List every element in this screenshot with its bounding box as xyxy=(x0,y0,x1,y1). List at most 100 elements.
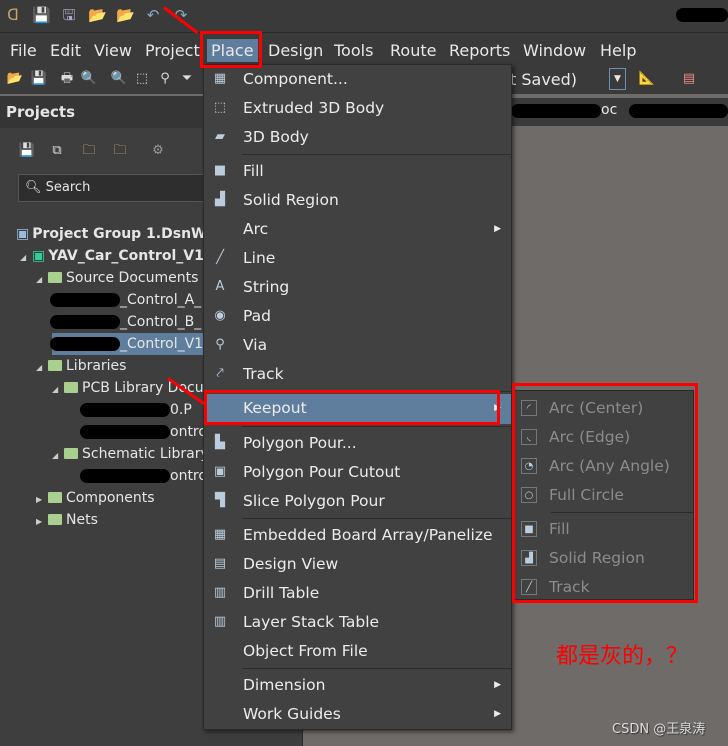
menu-tools[interactable]: Tools xyxy=(330,39,377,62)
menu-separator xyxy=(242,668,511,669)
menu-item-arc[interactable]: Arc ▶ xyxy=(204,215,511,244)
search-icon: 🔍︎ xyxy=(25,180,42,195)
project-group-icon: ▣ xyxy=(16,226,30,242)
menu-item-label: Object From File xyxy=(243,642,368,660)
redacted-text xyxy=(80,469,170,483)
3d-body-icon: ▰ xyxy=(215,129,225,144)
menu-view[interactable]: View xyxy=(90,39,136,62)
menu-route[interactable]: Route xyxy=(386,39,440,62)
menu-design[interactable]: Design xyxy=(264,39,327,62)
save-icon[interactable]: 💾 xyxy=(18,142,36,160)
solid-region-icon: ▟ xyxy=(215,192,225,207)
expand-icon[interactable]: ▶ xyxy=(36,511,48,533)
menu-item-label: Polygon Pour Cutout xyxy=(243,463,401,481)
menu-item-slice-polygon-pour[interactable]: ▜ Slice Polygon Pour xyxy=(204,487,511,516)
open-icon[interactable]: 📂 xyxy=(6,70,24,88)
folder-icon xyxy=(48,360,62,371)
redacted-text xyxy=(50,337,120,351)
menu-item-label: Component... xyxy=(243,70,348,88)
folder-icon xyxy=(48,492,62,503)
menu-item-polygon-pour[interactable]: ▙ Polygon Pour... xyxy=(204,429,511,458)
tab-fragment: oc xyxy=(601,102,618,118)
menu-item-label: Embedded Board Array/Panelize xyxy=(243,526,493,544)
menu-file[interactable]: File xyxy=(6,39,41,62)
tree-item-label: _Control_A_ xyxy=(120,292,202,308)
menu-edit[interactable]: Edit xyxy=(46,39,85,62)
menu-project[interactable]: Project xyxy=(141,39,204,62)
title-bar: ᗡ 💾 🖫 📂 📂 ↶ ↷ xyxy=(0,0,728,32)
menu-item-polygon-pour-cutout[interactable]: ▣ Polygon Pour Cutout xyxy=(204,458,511,487)
annotation-box-keepout xyxy=(204,390,500,425)
redacted-tab[interactable] xyxy=(629,104,728,118)
arc-icon xyxy=(212,221,228,237)
menu-separator xyxy=(242,154,511,155)
menu-item-string[interactable]: A String xyxy=(204,273,511,302)
zoom-selected-icon[interactable]: ⚲ xyxy=(156,70,174,88)
menu-item-extruded-3d-body[interactable]: ⬚ Extruded 3D Body xyxy=(204,94,511,123)
save-icon[interactable]: 💾 xyxy=(30,70,48,88)
redacted-tab[interactable] xyxy=(511,104,601,118)
menu-item-component[interactable]: ▦ Component... xyxy=(204,65,511,94)
altium-logo-icon[interactable]: ᗡ xyxy=(4,6,22,24)
filter-icon[interactable]: ⏷ xyxy=(178,70,196,88)
redacted-text xyxy=(80,425,170,439)
collapse-icon[interactable]: ◢ xyxy=(52,445,64,467)
menu-item-object-from-file[interactable]: Object From File xyxy=(204,637,511,666)
save-icon[interactable]: 💾 xyxy=(32,6,51,24)
ruler-pencil-icon[interactable]: 📐 xyxy=(638,70,656,88)
menu-item-track[interactable]: ⤤ Track xyxy=(204,360,511,389)
annotation-text: 都是灰的，？ xyxy=(556,644,689,669)
zoom-fit-icon[interactable]: 🔍 xyxy=(110,70,128,88)
menu-item-3d-body[interactable]: ▰ 3D Body xyxy=(204,123,511,152)
tree-item-label: _Control_V1 xyxy=(120,336,204,352)
menu-item-label: Via xyxy=(243,336,268,354)
menu-help[interactable]: Help xyxy=(596,39,640,62)
print-preview-icon[interactable]: 🔍 xyxy=(80,70,98,88)
menu-item-line[interactable]: ╱ Line xyxy=(204,244,511,273)
submenu-arrow-icon: ▶ xyxy=(494,680,501,690)
menu-item-via[interactable]: ⚲ Via xyxy=(204,331,511,360)
tree-item-label: Components xyxy=(66,490,155,506)
menu-item-label: Line xyxy=(243,249,276,267)
menu-window[interactable]: Window xyxy=(519,39,590,62)
menu-item-embedded-board-array-panelize[interactable]: ▦ Embedded Board Array/Panelize xyxy=(204,521,511,550)
menu-item-drill-table[interactable]: ▥ Drill Table xyxy=(204,579,511,608)
save-all-icon[interactable]: 🖫 xyxy=(60,6,78,24)
menu-item-pad[interactable]: ◉ Pad xyxy=(204,302,511,331)
dropdown-button[interactable]: ▼ xyxy=(609,68,626,90)
folder-settings-icon[interactable]: 🗀 xyxy=(111,142,129,160)
print-icon[interactable]: 🖶 xyxy=(58,70,76,88)
menu-reports[interactable]: Reports xyxy=(445,39,514,62)
menu-item-work-guides[interactable]: Work Guides ▶ xyxy=(204,700,511,729)
gear-icon[interactable]: ⚙ xyxy=(149,142,167,160)
watermark: CSDN @王泉涛 xyxy=(612,722,706,737)
expand-icon[interactable]: ▶ xyxy=(36,489,48,511)
tree-item-label: Source Documents xyxy=(66,270,199,286)
menu-item-label: Layer Stack Table xyxy=(243,613,380,631)
menu-item-layer-stack-table[interactable]: ▥ Layer Stack Table xyxy=(204,608,511,637)
collapse-icon[interactable]: ◢ xyxy=(20,247,32,269)
menu-item-dimension[interactable]: Dimension ▶ xyxy=(204,671,511,700)
folder-icon xyxy=(48,272,62,283)
menu-item-fill[interactable]: ■ Fill xyxy=(204,157,511,186)
collapse-icon[interactable]: ◢ xyxy=(36,269,48,291)
annotation-box-submenu xyxy=(512,383,698,603)
open-project-icon[interactable]: 📂 xyxy=(116,6,135,24)
menu-item-design-view[interactable]: ▤ Design View xyxy=(204,550,511,579)
folder-icon xyxy=(64,448,78,459)
documents-icon[interactable]: ⧉ xyxy=(48,142,66,160)
undo-icon[interactable]: ↶ xyxy=(144,6,162,24)
collapse-icon[interactable]: ◢ xyxy=(36,357,48,379)
zoom-area-icon[interactable]: ⬚ xyxy=(133,70,151,88)
align-icon[interactable]: ▤ xyxy=(680,70,698,88)
submenu-arrow-icon: ▶ xyxy=(494,709,501,719)
menu-item-solid-region[interactable]: ▟ Solid Region xyxy=(204,186,511,215)
open-icon[interactable]: 📂 xyxy=(88,6,107,24)
menu-item-label: Arc xyxy=(243,220,269,238)
menu-item-label: Slice Polygon Pour xyxy=(243,492,385,510)
search-placeholder: Search xyxy=(45,180,91,195)
collapse-icon[interactable]: ◢ xyxy=(52,379,64,401)
folder-search-icon[interactable]: 🗀 xyxy=(80,142,98,160)
tree-item-label: Libraries xyxy=(66,358,127,374)
folder-icon xyxy=(48,514,62,525)
